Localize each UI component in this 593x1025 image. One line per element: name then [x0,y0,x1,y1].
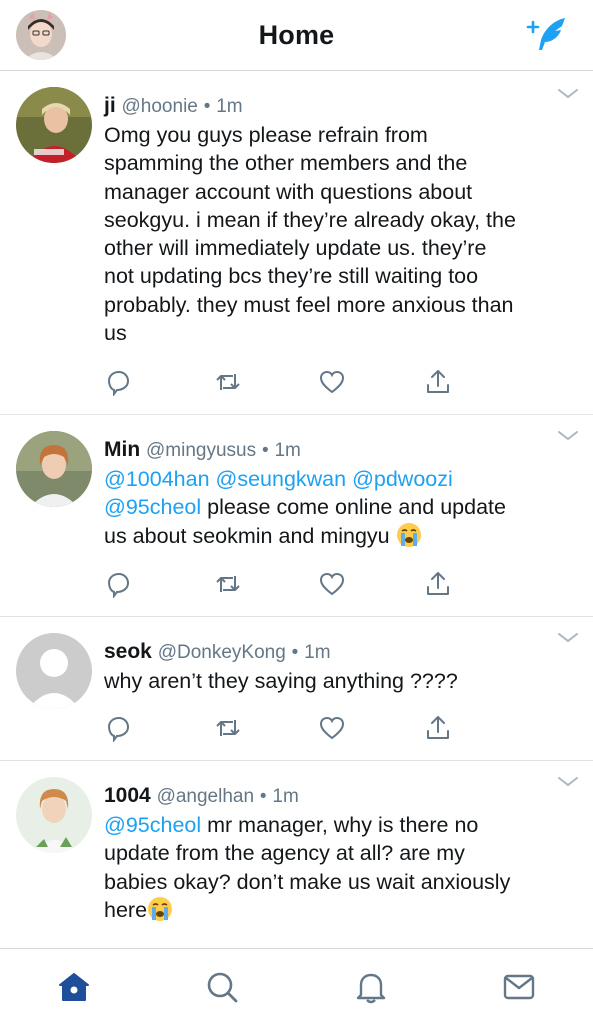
tab-messages[interactable] [501,969,537,1005]
tweet-card[interactable]: ji @hoonie • 1m Omg you guys please refr… [0,71,593,415]
tab-search[interactable] [204,969,240,1005]
tweet-actions [104,570,464,599]
tweet-header: seok @DonkeyKong • 1m [104,640,331,664]
heart-icon [319,716,345,740]
retweet-button[interactable] [214,570,242,598]
retweet-icon [216,374,240,390]
tweet-header: 1004 @angelhan • 1m [104,784,299,808]
display-name[interactable]: seok [104,640,152,663]
user-avatar[interactable] [16,87,92,163]
like-button[interactable] [318,368,346,396]
retweet-button[interactable] [214,368,242,396]
tweet-text-segment: here [104,897,148,922]
notifications-icon [356,973,386,1004]
tweet-text-segment: mr manager, why is there no [201,813,479,837]
tweet-text-line: probably. they must feel more anxious th… [104,292,514,317]
reply-icon [107,716,130,743]
retweet-button[interactable] [214,714,242,742]
share-icon [427,370,449,393]
display-name[interactable]: 1004 [104,784,151,807]
crying-emoji-icon [148,896,173,921]
chevron-down-icon[interactable] [557,631,579,645]
tweet-text-line: Omg you guys please refrain from [104,123,428,147]
timestamp: 1m [304,642,331,663]
share-button[interactable] [424,368,452,396]
heart-icon [319,572,345,596]
reply-button[interactable] [104,368,132,397]
share-icon [427,716,449,739]
tweet-text-line: us [104,321,127,346]
handle[interactable]: @hoonie [122,96,198,117]
messages-icon [503,974,535,1000]
tab-home[interactable] [56,969,92,1005]
search-icon [207,972,238,1003]
tweet-text-line: other will immediately update us. they’r… [104,236,487,261]
tweet-text-line: why aren’t they saying anything ???? [104,669,458,693]
reply-icon [107,370,130,397]
tweet-text-line: update from the agency at all? are my [104,841,465,866]
display-name[interactable]: Min [104,438,140,461]
meta-separator: • [259,786,267,807]
bottom-tab-bar [0,948,593,1025]
tweet-text: @95cheol mr manager, why is there no upd… [104,811,574,924]
tweet-card[interactable]: Min @mingyusus • 1m @1004han @seungkwan … [0,415,593,617]
mention-link[interactable]: @95cheol [104,813,201,837]
chevron-down-icon[interactable] [557,429,579,443]
tweet-header: Min @mingyusus • 1m [104,438,301,462]
page-title: Home [258,20,335,50]
default-avatar[interactable] [16,633,92,709]
compose-feather-icon [526,18,565,50]
user-avatar[interactable] [16,431,92,507]
tweet-header: ji @hoonie • 1m [104,94,243,118]
tweet-text-segment: please come online and update [201,495,506,520]
meta-separator: • [261,440,269,461]
mention-link[interactable]: @95cheol [104,495,201,519]
reply-icon [107,572,130,599]
tweet-text-line: seokgyu. i mean if they’re already okay,… [104,207,516,232]
user-avatar[interactable] [16,777,92,853]
tab-notifications[interactable] [353,969,389,1005]
handle[interactable]: @DonkeyKong [158,642,286,663]
crying-emoji-icon [396,522,421,547]
timestamp: 1m [216,96,243,117]
tweet-card[interactable]: 1004 @angelhan • 1m @95cheol mr manager,… [0,761,593,947]
share-button[interactable] [424,714,452,742]
tweet-text-line: not updating bcs they’re still waiting t… [104,264,479,289]
retweet-icon [216,720,240,736]
timestamp: 1m [274,440,301,461]
tweet-text-segment: us about seokmin and mingyu [104,523,396,548]
reply-button[interactable] [104,714,132,743]
heart-icon [319,370,345,394]
chevron-down-icon[interactable] [557,775,579,789]
handle[interactable]: @angelhan [157,786,254,807]
display-name[interactable]: ji [104,94,116,117]
share-icon [427,572,449,595]
share-button[interactable] [424,570,452,598]
top-bar: Home [0,0,593,71]
tweet-actions [104,714,464,743]
tweet-text: why aren’t they saying anything ???? [104,667,574,695]
tweet-text-line: spamming the other members and the [104,151,468,176]
chevron-down-icon[interactable] [557,87,579,101]
home-icon [59,973,89,1001]
handle[interactable]: @mingyusus [146,440,256,461]
tweet-text-line: manager account with questions about [104,179,473,204]
tweet-text: @1004han @seungkwan @pdwoozi @95cheol pl… [104,465,574,550]
tweet-text: Omg you guys please refrain from spammin… [104,121,574,347]
retweet-icon [216,576,240,592]
timestamp: 1m [272,786,299,807]
tweet-text-line: babies okay? don’t make us wait anxiousl… [104,869,511,894]
tweet-card[interactable]: seok @DonkeyKong • 1m why aren’t they sa… [0,617,593,761]
compose-tweet-button[interactable] [525,14,569,54]
like-button[interactable] [318,714,346,742]
like-button[interactable] [318,570,346,598]
meta-separator: • [203,96,211,117]
mention-link[interactable]: @1004han @seungkwan @pdwoozi [104,467,453,491]
reply-button[interactable] [104,570,132,599]
meta-separator: • [291,642,299,663]
tweet-actions [104,368,464,397]
